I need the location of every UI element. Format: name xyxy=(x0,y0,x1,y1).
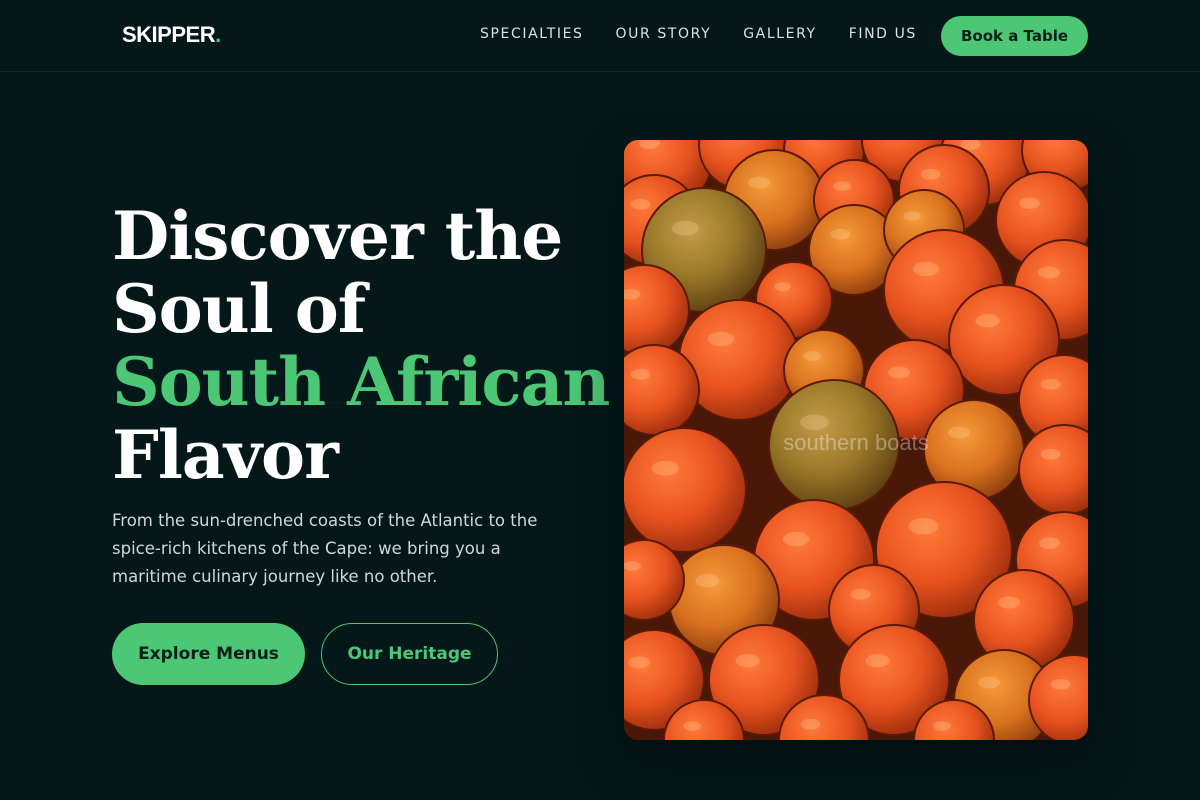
nav-link-specialties[interactable]: SPECIALTIES xyxy=(480,26,584,42)
orange-highlight xyxy=(933,721,951,731)
orange-highlight xyxy=(908,518,939,535)
orange-highlight xyxy=(998,596,1020,609)
orange-highlight xyxy=(978,676,1000,689)
hero-description: From the sun-drenched coasts of the Atla… xyxy=(112,511,538,586)
top-navigation: SKIPPER. SPECIALTIES OUR STORY GALLERY F… xyxy=(0,0,1200,72)
nav-link-find-us[interactable]: FIND US xyxy=(849,26,917,42)
orange-highlight xyxy=(624,561,641,571)
brand-logo-text: SKIPPER xyxy=(122,22,216,47)
brand-logo[interactable]: SKIPPER. xyxy=(122,22,221,48)
book-table-button[interactable]: Book a Table xyxy=(941,16,1088,56)
orange-highlight xyxy=(888,366,910,379)
orange-highlight xyxy=(782,531,810,547)
orange-highlight xyxy=(774,282,791,292)
orange-highlight xyxy=(671,220,700,236)
orange-highlight xyxy=(975,314,1000,328)
orange-highlight xyxy=(903,211,921,221)
orange-highlight xyxy=(830,228,851,240)
orange-highlight xyxy=(695,574,720,588)
orange-highlight xyxy=(628,656,650,669)
orange-highlight xyxy=(1040,378,1061,390)
hero-oranges-image: southern boats xyxy=(624,140,1088,740)
orange-highlight xyxy=(748,176,770,189)
orange-highlight xyxy=(735,654,760,668)
orange-highlight xyxy=(707,331,735,347)
orange-highlight xyxy=(630,368,651,380)
orange-highlight xyxy=(800,718,821,730)
orange-highlight xyxy=(865,654,890,668)
orange-highlight xyxy=(630,198,651,210)
orange-highlight xyxy=(1038,266,1060,279)
orange-highlight xyxy=(1050,678,1071,690)
orange-highlight xyxy=(833,181,851,191)
brand-logo-dot: . xyxy=(215,22,221,47)
hero-title-line-4: Flavor xyxy=(112,416,339,494)
orange-highlight xyxy=(683,721,701,731)
orange-highlight xyxy=(800,414,829,431)
orange-highlight xyxy=(920,168,941,180)
hero-title-line-2: Soul of xyxy=(112,270,366,348)
orange-highlight xyxy=(651,460,680,476)
hero-title-line-1: Discover the xyxy=(112,197,563,275)
nav-link-gallery[interactable]: GALLERY xyxy=(743,26,816,42)
orange-highlight xyxy=(803,351,821,361)
orange-highlight xyxy=(912,261,940,277)
orange-highlight xyxy=(1019,197,1041,209)
our-heritage-button[interactable]: Our Heritage xyxy=(321,623,498,685)
image-watermark: southern boats xyxy=(783,430,929,455)
nav-link-our-story[interactable]: OUR STORY xyxy=(616,26,712,42)
nav-links: SPECIALTIES OUR STORY GALLERY FIND US xyxy=(480,26,949,42)
hero-title: Discover the Soul of South African Flavo… xyxy=(112,197,610,494)
orange-highlight xyxy=(1039,537,1061,549)
hero-title-accent: South African xyxy=(112,343,610,421)
orange-highlight xyxy=(850,588,871,600)
explore-menus-button[interactable]: Explore Menus xyxy=(112,623,305,685)
